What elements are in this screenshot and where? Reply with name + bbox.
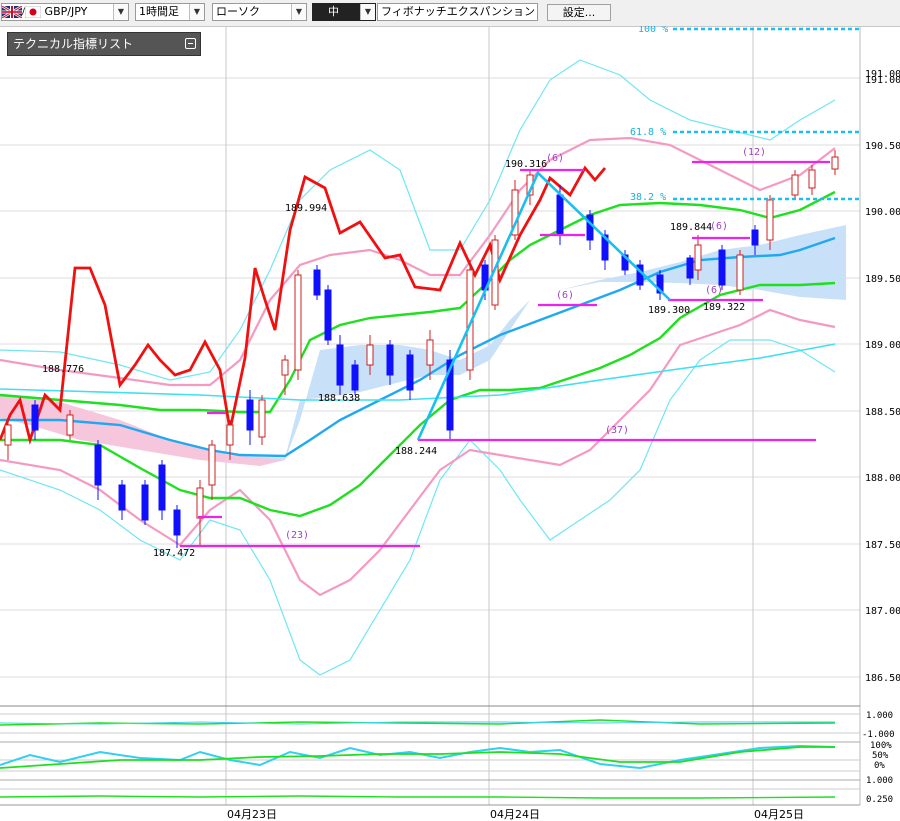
chart-type-label: ローソク — [216, 5, 260, 18]
price-axis-label: 190.50 — [865, 141, 900, 152]
price-chart[interactable]: 188.776 187.472 189.994 188.638 188.244 … — [0, 26, 900, 821]
price-mark: 189.300 — [648, 305, 690, 316]
drawing-tool-label: フィボナッチエクスパンション — [381, 5, 535, 18]
chart-type-select[interactable]: ローソク ▼ — [212, 3, 307, 21]
timeframe-select[interactable]: 1時間足 ▼ — [135, 3, 205, 21]
drawing-tool-select[interactable]: フィボナッチエクスパンション — [377, 3, 538, 21]
settings-button[interactable]: 設定... — [547, 4, 611, 21]
fib-level-label: 38.2 % — [630, 192, 666, 203]
symbol-label: GBP/JPY — [44, 5, 88, 18]
count-label: (12) — [742, 147, 766, 158]
timeframe-label: 1時間足 — [139, 5, 179, 18]
oscillator-panels — [0, 713, 860, 799]
size-select[interactable]: 中 ▼ — [312, 3, 376, 21]
chevron-down-icon[interactable]: ▼ — [291, 4, 306, 20]
count-label: (23) — [285, 530, 309, 541]
japan-flag-icon — [24, 5, 42, 20]
count-label: (6) — [705, 285, 723, 296]
price-axis-label: 186.50 — [865, 673, 900, 684]
size-label: 中 — [328, 5, 339, 18]
price-axis-label: 187.50 — [865, 540, 900, 551]
chevron-down-icon[interactable]: ▼ — [360, 4, 375, 20]
horizontal-lines — [180, 160, 830, 548]
count-label: (6) — [556, 290, 574, 301]
sub-axis-label: -1.000 — [862, 730, 895, 740]
time-axis-label: 04月24日 — [490, 808, 540, 821]
chevron-down-icon[interactable]: ▼ — [189, 4, 204, 20]
sub-axis-label: 50% — [872, 751, 889, 761]
sub-axis-label: 100% — [870, 741, 892, 751]
count-label: (6) — [546, 153, 564, 164]
price-axis-label: 190.00 — [865, 207, 900, 218]
time-axis-label: 04月23日 — [227, 808, 277, 821]
price-mark: 188.244 — [395, 446, 437, 457]
price-axis-label: 188.50 — [865, 407, 900, 418]
price-mark: 188.776 — [42, 364, 84, 375]
price-axis-label: 188.00 — [865, 473, 900, 484]
price-axis-label: 191.00 — [865, 69, 900, 80]
price-mark: 188.638 — [318, 393, 360, 404]
price-mark: 187.472 — [153, 548, 195, 559]
fib-level-label: 100 % — [638, 26, 668, 35]
count-label: (37) — [605, 425, 629, 436]
price-mark: 189.322 — [703, 302, 745, 313]
price-axis-label: 189.00 — [865, 340, 900, 351]
bollinger-upper-outer — [0, 59, 836, 381]
sub-axis-label: 1.000 — [866, 776, 893, 786]
price-mark: 190.316 — [505, 159, 547, 170]
toolbar: / GBP/JPY ▼ 1時間足 ▼ ローソク ▼ 中 ▼ フィボナッチエクスパ… — [0, 0, 900, 27]
uk-flag-icon — [2, 4, 23, 20]
price-mark: 189.844 — [670, 222, 712, 233]
fib-level-label: 61.8 % — [630, 127, 666, 138]
price-axis-label: 187.00 — [865, 606, 900, 617]
price-mark: 189.994 — [285, 203, 327, 214]
count-label: (6) — [710, 221, 728, 232]
symbol-select[interactable]: / GBP/JPY ▼ — [1, 3, 129, 21]
sub-axis-label: 1.000 — [866, 711, 893, 721]
time-axis-label: 04月25日 — [754, 808, 804, 821]
price-axis-label: 189.50 — [865, 274, 900, 285]
sub-axis-label: 0% — [874, 761, 885, 771]
sub-axis-label: 0.250 — [866, 795, 893, 805]
chevron-down-icon[interactable]: ▼ — [113, 4, 128, 20]
